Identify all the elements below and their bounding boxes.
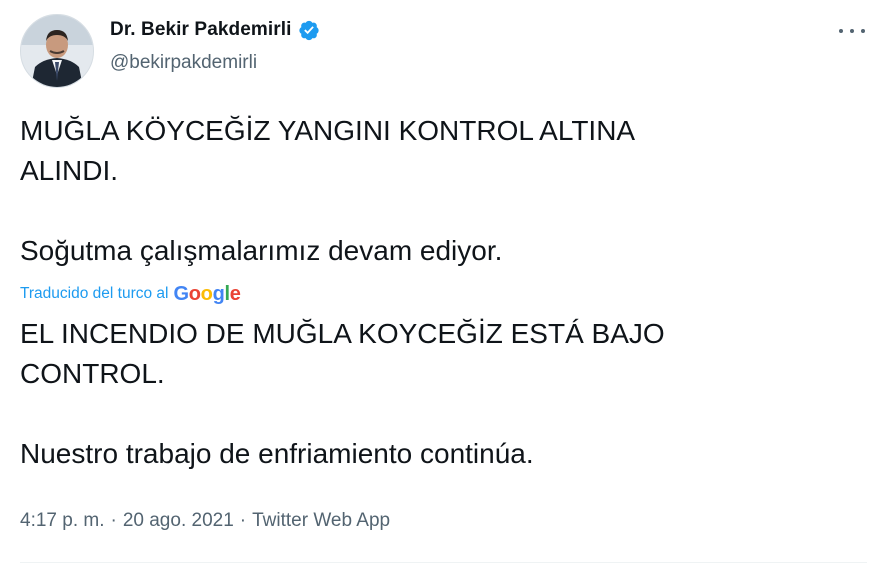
tweet-text: MUĞLA KÖYCEĞİZ YANGINI KONTROL ALTINA AL… — [20, 115, 636, 266]
translated-text: EL INCENDIO DE MUĞLA KOYCEĞİZ ESTÁ BAJO … — [20, 318, 665, 469]
tweet-source[interactable]: Twitter Web App — [252, 510, 390, 532]
author-row: Dr. Bekir Pakdemirli — [110, 19, 320, 41]
verified-badge-icon — [298, 19, 320, 41]
google-logo-letter: g — [212, 283, 225, 305]
avatar-photo — [21, 15, 93, 87]
google-logo: Google — [173, 284, 240, 304]
separator: · — [110, 510, 117, 531]
dot — [861, 29, 865, 33]
translated-from-link[interactable]: Traducido del turco al — [20, 285, 168, 303]
author-name[interactable]: Dr. Bekir Pakdemirli — [110, 19, 292, 41]
google-logo-letter: o — [200, 283, 213, 305]
divider — [20, 562, 867, 563]
avatar[interactable] — [20, 14, 94, 88]
dot — [850, 29, 854, 33]
google-logo-letter: e — [229, 283, 241, 305]
tweet-metadata: 4:17 p. m. · 20 ago. 2021 · Twitter Web … — [20, 510, 390, 532]
more-options-icon[interactable] — [839, 22, 865, 40]
tweet-date[interactable]: 20 ago. 2021 — [123, 510, 234, 532]
dot — [839, 29, 843, 33]
tweet-time[interactable]: 4:17 p. m. — [20, 510, 105, 532]
google-logo-letter: o — [188, 283, 201, 305]
translation-attribution: Traducido del turco al Google — [20, 284, 241, 304]
google-logo-letter: G — [173, 283, 189, 305]
author-handle[interactable]: @bekirpakdemirli — [110, 52, 257, 74]
separator: · — [239, 510, 247, 531]
